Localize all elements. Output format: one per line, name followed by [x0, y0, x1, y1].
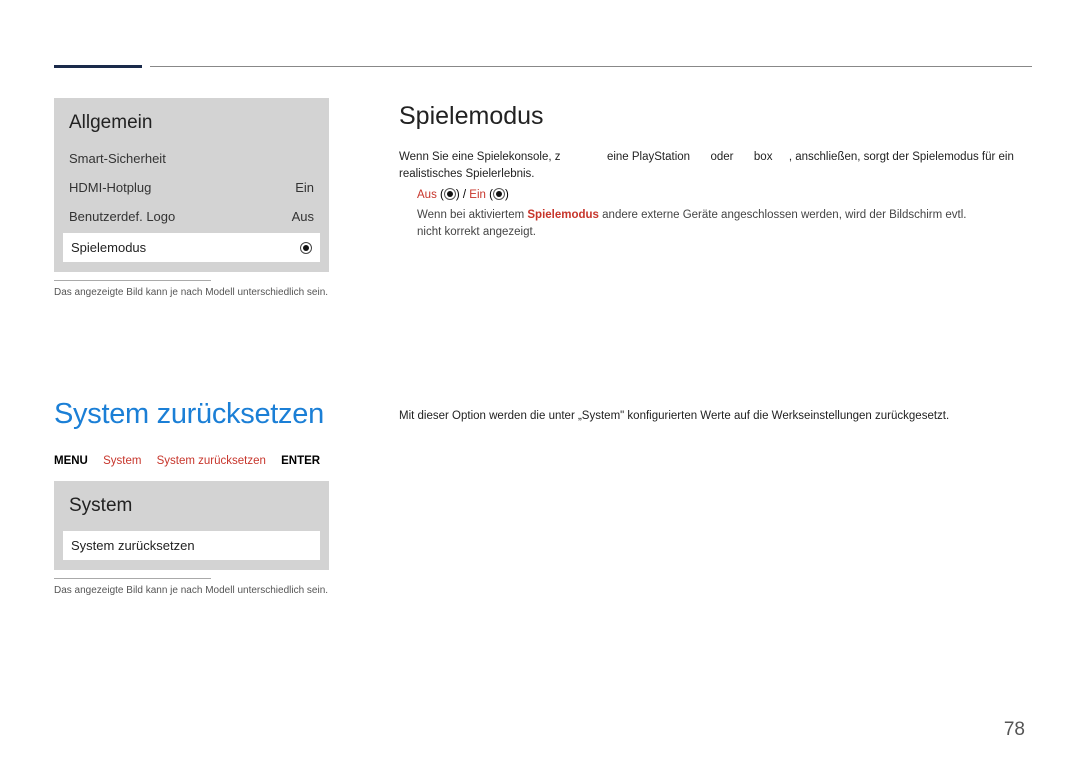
breadcrumb-enter: ENTER [281, 455, 320, 467]
breadcrumb-sep [269, 455, 281, 467]
menu-item-label: Smart-Sicherheit [69, 151, 166, 166]
note-part: nicht korrekt angezeigt. [417, 226, 536, 238]
desc-part: oder [710, 151, 733, 163]
menu-item-label: Benutzerdef. Logo [69, 209, 175, 224]
menu-title-allgemein: Allgemein [63, 106, 320, 144]
menu-title-system: System [63, 489, 320, 527]
heading-system-zuruecksetzen: System zurücksetzen [54, 398, 329, 431]
option-line: Aus () / Ein () [417, 188, 1032, 201]
page-content: Allgemein Smart-Sicherheit HDMI-Hotplug … [54, 98, 1032, 596]
right-column-2: Mit dieser Option werden die unter „Syst… [399, 398, 1032, 596]
page-number: 78 [1004, 719, 1025, 741]
menu-row-smart-sicherheit[interactable]: Smart-Sicherheit [63, 144, 320, 173]
section-spielemodus: Allgemein Smart-Sicherheit HDMI-Hotplug … [54, 98, 1032, 298]
menu-row-spielemodus-selected[interactable]: Spielemodus [63, 233, 320, 262]
header-accent [54, 65, 142, 68]
option-paren: ) [505, 189, 509, 201]
breadcrumb-sep [91, 455, 103, 467]
spielemodus-note: Wenn bei aktiviertem Spielemodus andere … [417, 207, 1032, 240]
breadcrumb-sep [145, 455, 157, 467]
note-part: andere externe Geräte angeschlossen werd… [599, 209, 967, 221]
note-bold: Spielemodus [527, 209, 599, 221]
section-system-zuruecksetzen: System zurücksetzen MENU System System z… [54, 398, 1032, 596]
radio-filled-icon [493, 188, 505, 200]
menu-panel-allgemein: Allgemein Smart-Sicherheit HDMI-Hotplug … [54, 98, 329, 272]
menu-item-label: HDMI-Hotplug [69, 180, 151, 195]
note-part: Wenn bei aktiviertem [417, 209, 527, 221]
breadcrumb-system: System [103, 455, 141, 467]
radio-filled-icon [444, 188, 456, 200]
right-column-1: Spielemodus Wenn Sie eine Spielekonsole,… [399, 98, 1032, 298]
desc-part: Wenn Sie eine Spielekonsole, z [399, 151, 561, 163]
menu-item-label: Spielemodus [71, 240, 146, 255]
menu-item-value: Aus [292, 209, 314, 224]
option-paren: ) / [456, 189, 469, 201]
menu-item-value: Ein [295, 180, 314, 195]
header-rule [150, 66, 1032, 67]
reset-description: Mit dieser Option werden die unter „Syst… [399, 408, 1032, 425]
desc-part: , anschließen, sorgt der Spielemodus für… [789, 151, 1014, 163]
figure-rule [54, 280, 211, 281]
menu-row-hdmi-hotplug[interactable]: HDMI-Hotplug Ein [63, 173, 320, 202]
option-aus: Aus [417, 189, 437, 201]
menu-panel-system: System System zurücksetzen [54, 481, 329, 570]
figure-note: Das angezeigte Bild kann je nach Modell … [54, 585, 329, 596]
left-column-1: Allgemein Smart-Sicherheit HDMI-Hotplug … [54, 98, 329, 298]
left-column-2: System zurücksetzen MENU System System z… [54, 398, 329, 596]
breadcrumb-path: MENU System System zurücksetzen ENTER [54, 455, 329, 467]
breadcrumb-reset: System zurücksetzen [157, 455, 266, 467]
spielemodus-description: Wenn Sie eine Spielekonsole, z eine Play… [399, 149, 1032, 182]
heading-spielemodus: Spielemodus [399, 102, 1032, 131]
desc-part: eine PlayStation [607, 151, 690, 163]
menu-row-benutzerdef-logo[interactable]: Benutzerdef. Logo Aus [63, 202, 320, 231]
desc-part: box [754, 151, 773, 163]
desc-part: realistisches Spielerlebnis. [399, 168, 535, 180]
menu-row-system-zuruecksetzen-selected[interactable]: System zurücksetzen [63, 531, 320, 560]
breadcrumb-menu: MENU [54, 455, 88, 467]
figure-rule [54, 578, 211, 579]
figure-note: Das angezeigte Bild kann je nach Modell … [54, 287, 329, 298]
option-ein: Ein [469, 189, 486, 201]
radio-selected-icon [300, 242, 312, 254]
